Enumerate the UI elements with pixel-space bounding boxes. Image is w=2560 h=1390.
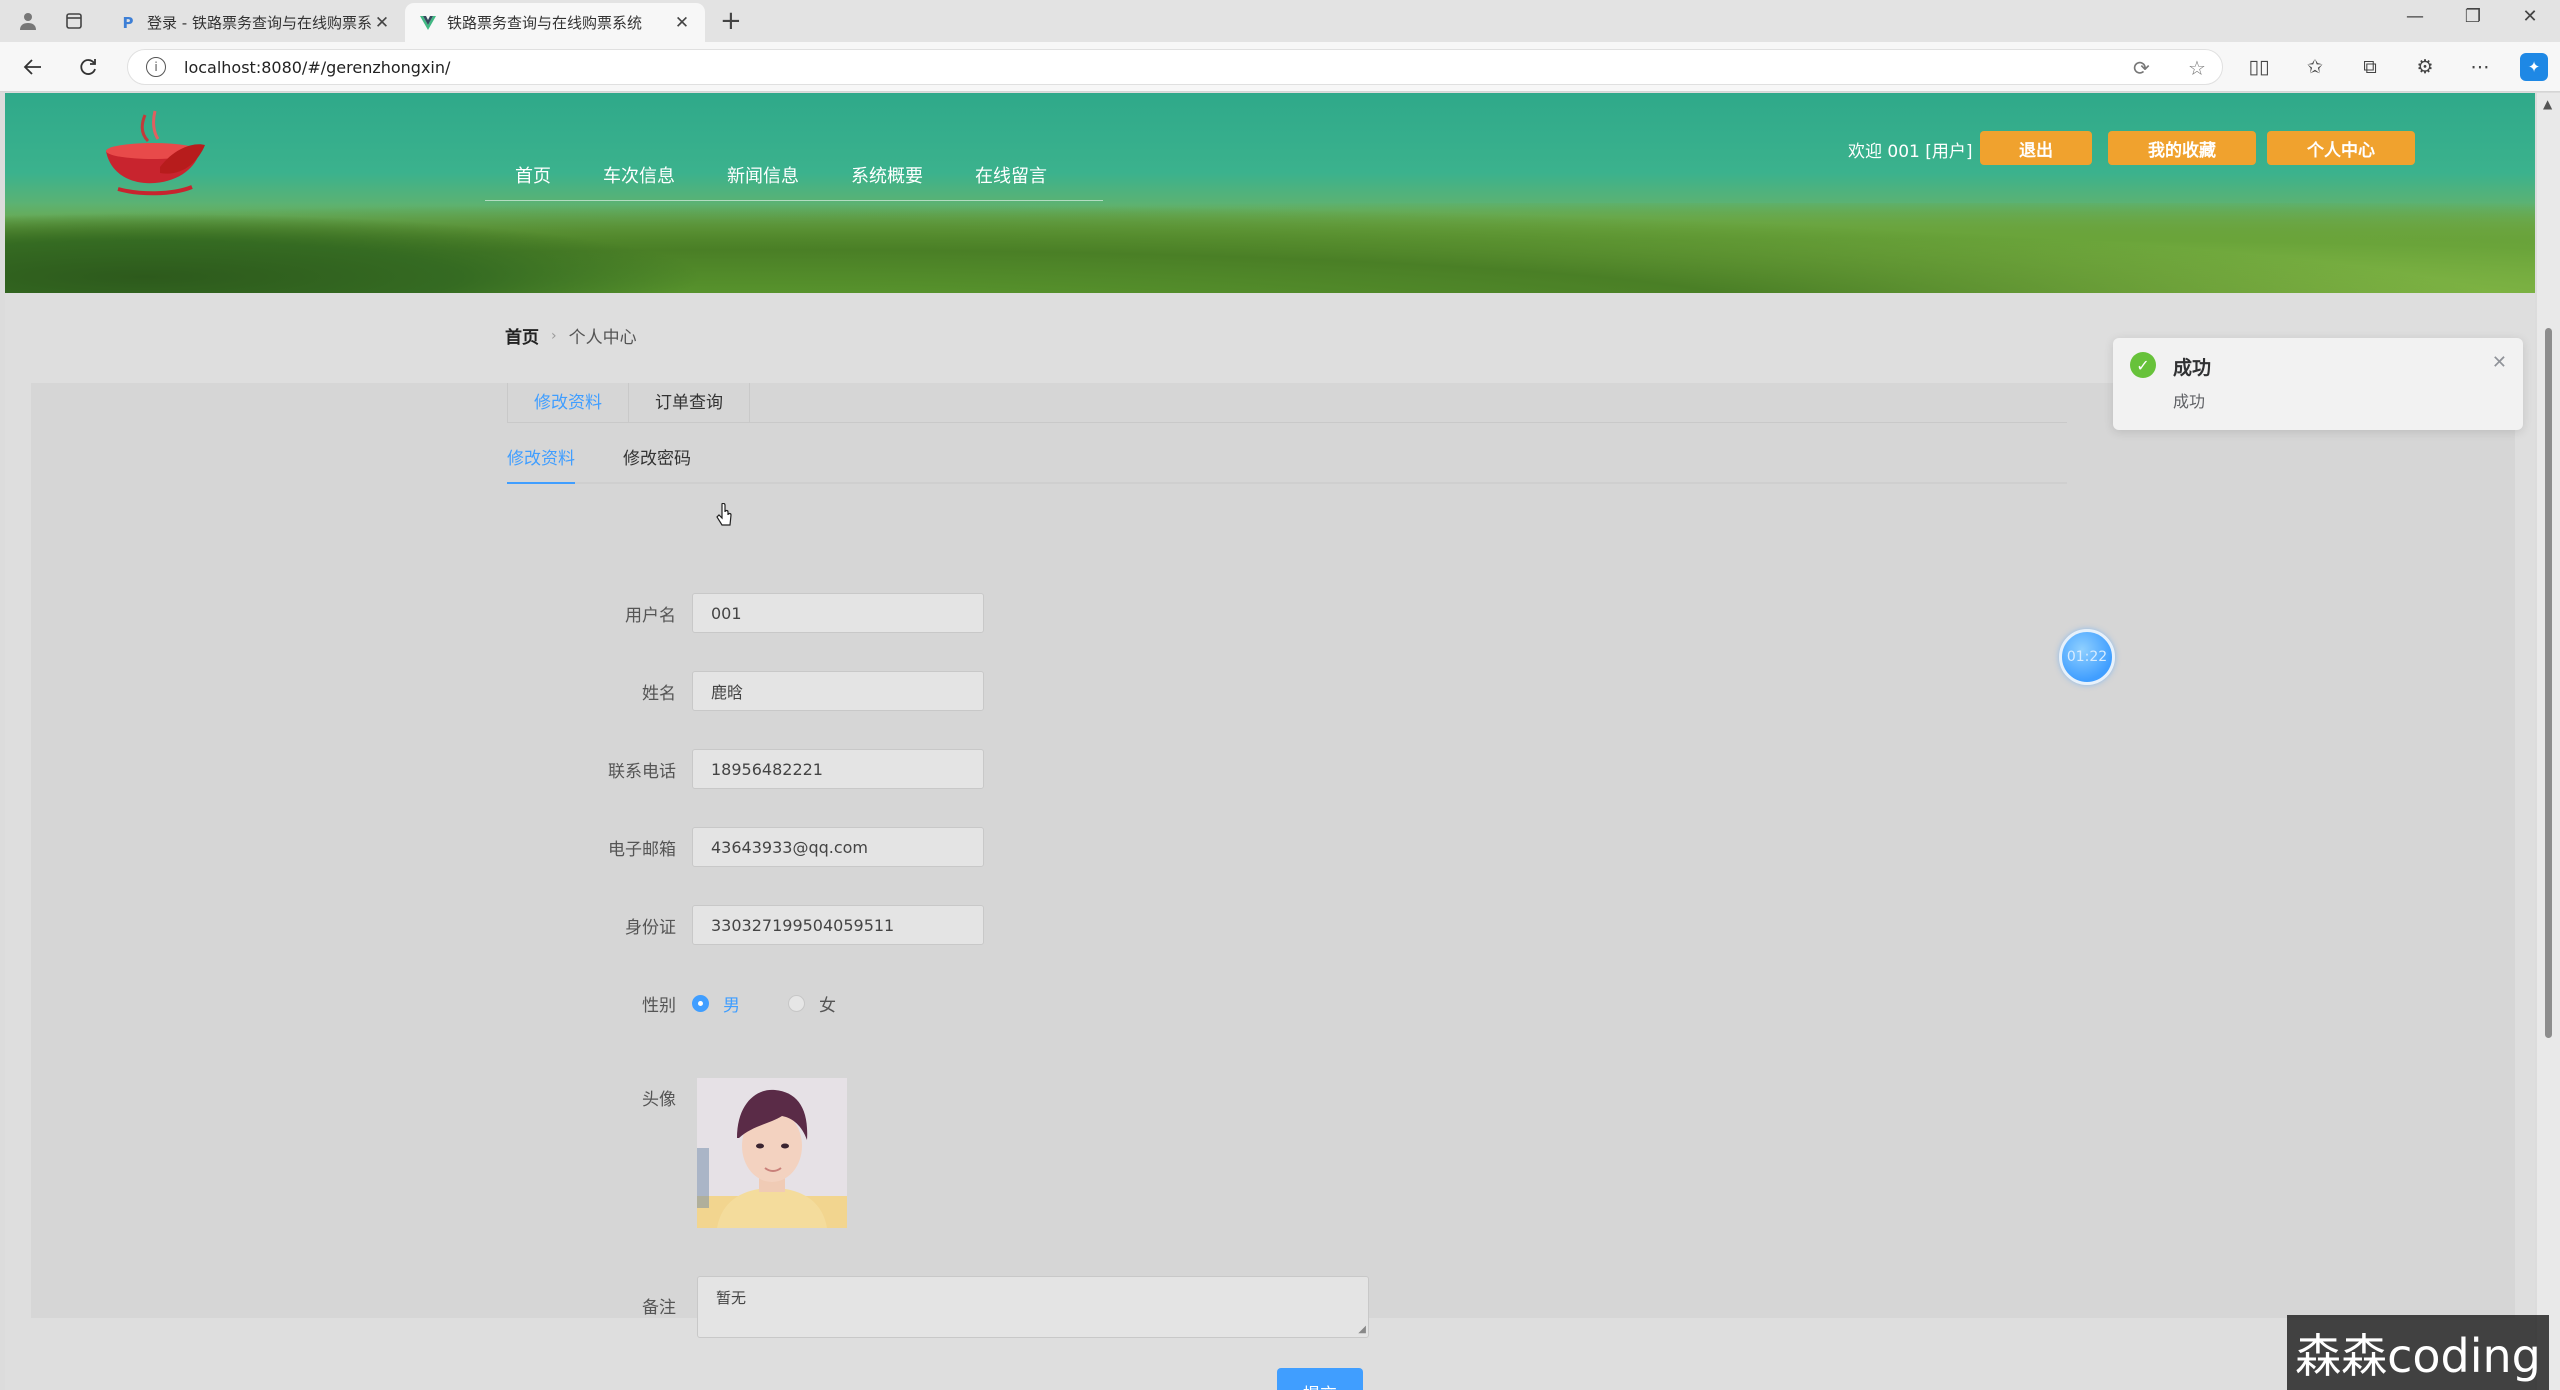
nav-news[interactable]: 新闻信息 xyxy=(701,153,825,200)
close-window-icon[interactable]: ✕ xyxy=(2510,6,2550,27)
gender-radio-male[interactable]: 男 xyxy=(692,991,740,1016)
name-label: 姓名 xyxy=(642,683,676,704)
tab-title: 登录 - 铁路票务查询与在线购票系 xyxy=(147,14,372,32)
name-input[interactable]: 鹿晗 xyxy=(692,671,984,711)
avatar-label: 头像 xyxy=(642,1089,676,1110)
inner-tabs: 修改资料 修改密码 xyxy=(507,438,2067,484)
mouse-cursor-icon xyxy=(716,503,732,526)
gender-radio-female[interactable]: 女 xyxy=(788,991,836,1016)
page-viewport: 首页 车次信息 新闻信息 系统概要 在线留言 欢迎 001 [用户] 退出 我的… xyxy=(5,93,2535,1390)
submit-button[interactable]: 提交 xyxy=(1277,1368,1363,1390)
welcome-text: 欢迎 001 [用户] xyxy=(1848,142,1973,162)
form-row-idcard: 身份证 330327199504059511 xyxy=(492,905,1392,945)
tab-actions-icon[interactable] xyxy=(60,7,88,35)
radio-unchecked-icon xyxy=(788,994,805,1012)
collections-icon[interactable]: ⧉ xyxy=(2356,53,2384,81)
banner-trees xyxy=(5,213,705,293)
success-notification: ✓ 成功 成功 ✕ xyxy=(2113,338,2523,430)
notification-message: 成功 xyxy=(2173,392,2206,411)
close-tab-icon[interactable]: ✕ xyxy=(673,13,691,33)
form-row-avatar: 头像 xyxy=(492,1083,1392,1111)
nav-message-board[interactable]: 在线留言 xyxy=(949,153,1073,200)
page-scrollbar[interactable]: ▲ xyxy=(2537,93,2560,1390)
avatar-image[interactable] xyxy=(697,1078,847,1228)
idcard-input[interactable]: 330327199504059511 xyxy=(692,905,984,945)
site-favicon-icon: P xyxy=(122,13,134,32)
browser-tab-bar: P 登录 - 铁路票务查询与在线购票系 ✕ 铁路票务查询与在线购票系统 ✕ + … xyxy=(0,0,2560,42)
note-label: 备注 xyxy=(642,1297,676,1318)
reload-icon[interactable] xyxy=(73,52,103,82)
site-info-icon[interactable]: i xyxy=(146,57,166,77)
url-field[interactable]: i localhost:8080/#/gerenzhongxin/ ⟳ ☆ xyxy=(127,49,2223,85)
more-icon[interactable]: ⋯ xyxy=(2466,53,2494,81)
scroll-up-icon[interactable]: ▲ xyxy=(2543,97,2552,111)
split-screen-icon[interactable]: ▯▯ xyxy=(2245,53,2273,81)
form-row-email: 电子邮箱 43643933@qq.com xyxy=(492,827,1392,867)
success-check-icon: ✓ xyxy=(2130,352,2156,378)
breadcrumb-separator-icon: › xyxy=(551,327,557,344)
main-nav: 首页 车次信息 新闻信息 系统概要 在线留言 xyxy=(485,153,1103,201)
tab-change-password[interactable]: 修改密码 xyxy=(623,438,691,484)
breadcrumb-home[interactable]: 首页 xyxy=(505,323,539,348)
site-logo[interactable] xyxy=(100,107,210,197)
breadcrumb-current: 个人中心 xyxy=(568,328,637,348)
note-text: 暂无 xyxy=(716,1289,747,1307)
copilot-icon[interactable]: ✦ xyxy=(2520,53,2548,81)
personal-center-button[interactable]: 个人中心 xyxy=(2267,131,2415,165)
profile-icon[interactable] xyxy=(14,7,42,35)
note-textarea[interactable]: 暂无 ◢ xyxy=(697,1276,1369,1338)
my-favorites-button[interactable]: 我的收藏 xyxy=(2108,131,2256,165)
browser-tab-login[interactable]: P 登录 - 铁路票务查询与在线购票系 ✕ xyxy=(105,3,405,42)
back-icon[interactable] xyxy=(18,52,48,82)
logout-button[interactable]: 退出 xyxy=(1980,131,2092,165)
tab-edit-info[interactable]: 修改资料 xyxy=(507,438,575,484)
browser-tab-main[interactable]: 铁路票务查询与在线购票系统 ✕ xyxy=(405,3,705,42)
browser-address-bar: i localhost:8080/#/gerenzhongxin/ ⟳ ☆ ▯▯… xyxy=(0,42,2560,92)
username-input[interactable]: 001 xyxy=(692,593,984,633)
resize-handle-icon[interactable]: ◢ xyxy=(1358,1324,1366,1335)
tab-title: 铁路票务查询与在线购票系统 xyxy=(447,14,643,32)
username-label: 用户名 xyxy=(625,605,676,626)
radio-checked-icon xyxy=(692,994,709,1012)
nav-train-info[interactable]: 车次信息 xyxy=(577,153,701,200)
phone-label: 联系电话 xyxy=(608,761,676,782)
email-label: 电子邮箱 xyxy=(608,839,676,860)
restore-icon[interactable]: ❐ xyxy=(2453,6,2493,27)
notification-title: 成功 xyxy=(2173,357,2212,379)
form-row-name: 姓名 鹿晗 xyxy=(492,671,1392,711)
outer-tabs: 修改资料 订单查询 xyxy=(507,383,2067,423)
tab-edit-profile[interactable]: 修改资料 xyxy=(507,383,629,423)
tab-order-query[interactable]: 订单查询 xyxy=(629,383,750,423)
timer-bubble[interactable]: 01:22 xyxy=(2059,629,2115,685)
translate-icon[interactable]: ⟳ xyxy=(2133,50,2150,86)
form-row-phone: 联系电话 18956482221 xyxy=(492,749,1392,789)
idcard-label: 身份证 xyxy=(625,917,676,938)
nav-system-overview[interactable]: 系统概要 xyxy=(825,153,949,200)
close-notification-icon[interactable]: ✕ xyxy=(2492,352,2507,373)
gender-option-female: 女 xyxy=(819,995,836,1016)
close-tab-icon[interactable]: ✕ xyxy=(373,13,391,33)
vue-favicon-icon xyxy=(419,14,437,32)
gender-label: 性别 xyxy=(642,995,676,1016)
gender-option-male: 男 xyxy=(723,995,740,1016)
nav-home[interactable]: 首页 xyxy=(485,153,577,200)
phone-input[interactable]: 18956482221 xyxy=(692,749,984,789)
form-row-username: 用户名 001 xyxy=(492,593,1392,633)
watermark: 森森coding xyxy=(2287,1315,2549,1390)
form-row-gender: 性别 男 女 xyxy=(492,983,1392,1023)
scrollbar-thumb[interactable] xyxy=(2545,328,2552,1038)
minimize-icon[interactable]: — xyxy=(2395,6,2435,27)
favorites-icon[interactable]: ✩ xyxy=(2301,53,2329,81)
url-text: localhost:8080/#/gerenzhongxin/ xyxy=(184,57,451,77)
breadcrumb: 首页 › 个人中心 xyxy=(505,323,637,349)
header-banner: 首页 车次信息 新闻信息 系统概要 在线留言 欢迎 001 [用户] 退出 我的… xyxy=(5,93,2535,293)
new-tab-icon[interactable]: + xyxy=(720,7,742,35)
favorite-star-icon[interactable]: ☆ xyxy=(2188,50,2206,86)
email-input[interactable]: 43643933@qq.com xyxy=(692,827,984,867)
extensions-icon[interactable]: ⚙ xyxy=(2411,53,2439,81)
